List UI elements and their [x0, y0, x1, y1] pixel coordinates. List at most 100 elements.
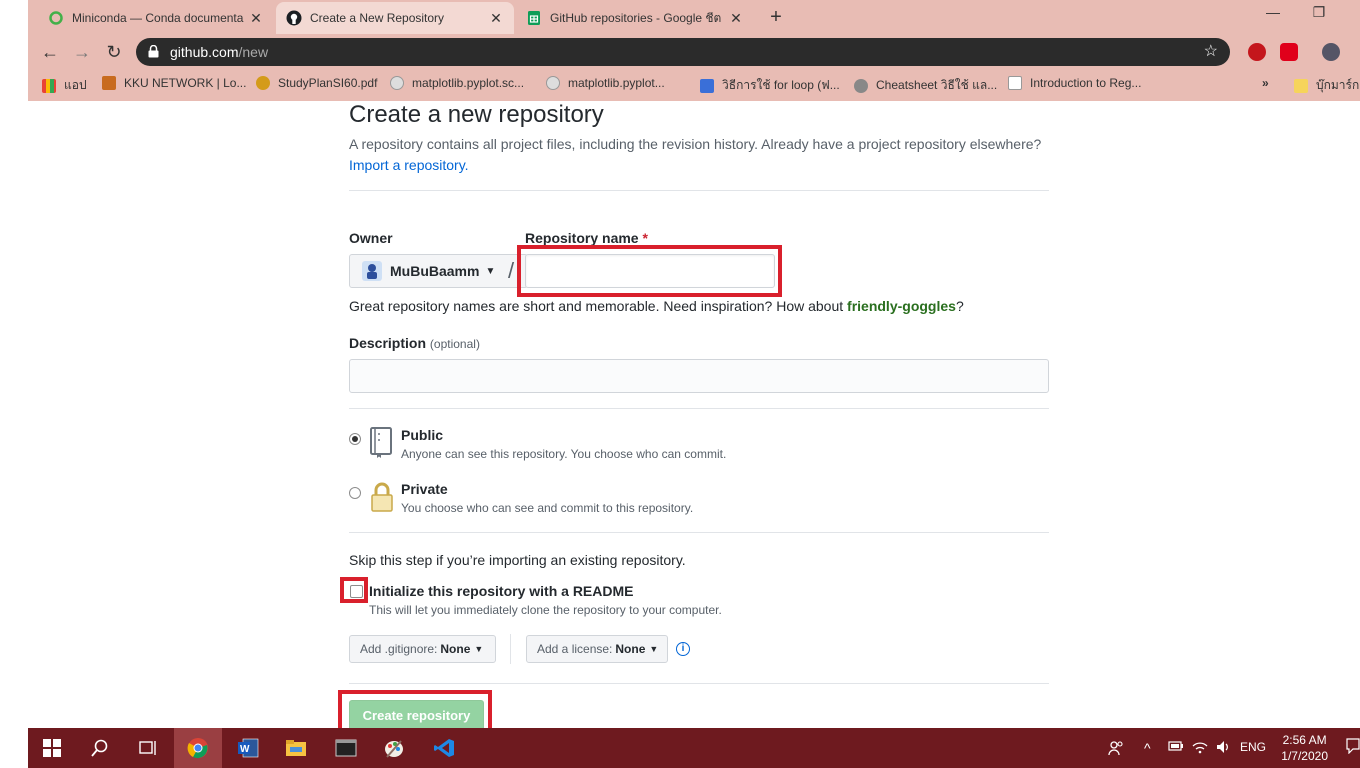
- bookmark-cheatsheet[interactable]: Cheatsheet วิธีใช้ แล...: [854, 76, 997, 95]
- info-icon[interactable]: i: [676, 642, 690, 656]
- tab-create-repository[interactable]: Create a New Repository ✕: [276, 2, 514, 34]
- new-tab-button[interactable]: +: [766, 6, 786, 29]
- bookmark-kku-network[interactable]: KKU NETWORK | Lo...: [102, 76, 246, 90]
- owner-dropdown[interactable]: MuBuBaamm ▼: [349, 254, 528, 288]
- battery-icon[interactable]: [1168, 740, 1184, 755]
- windows-start-icon[interactable]: [28, 728, 76, 768]
- lock-icon: [371, 482, 393, 512]
- bookmark-label: บุ๊กมาร์กอื่: [1316, 78, 1360, 92]
- adblock-icon[interactable]: [1248, 43, 1266, 61]
- visibility-public-option[interactable]: Public Anyone can see this repository. Y…: [349, 427, 1049, 467]
- site-icon: [700, 78, 714, 93]
- close-icon[interactable]: ✕: [728, 10, 744, 27]
- profile-avatar-icon[interactable]: [1322, 43, 1340, 61]
- caret-down-icon: ▼: [649, 644, 659, 654]
- skip-import-note: Skip this step if you’re importing an ex…: [349, 552, 686, 568]
- terminal-icon[interactable]: [322, 728, 370, 768]
- forward-icon[interactable]: →: [70, 40, 94, 64]
- bookmark-studyplan[interactable]: StudyPlanSI60.pdf: [256, 76, 377, 90]
- private-description: You choose who can see and commit to thi…: [401, 501, 694, 515]
- license-dropdown[interactable]: Add a license: None ▼: [526, 635, 668, 663]
- readme-description: This will let you immediately clone the …: [369, 603, 722, 617]
- highlight-create-button: [338, 690, 492, 728]
- kku-icon: [102, 76, 116, 90]
- browser-chrome: Miniconda — Conda documenta ✕ Create a N…: [28, 0, 1360, 101]
- required-mark: *: [642, 230, 648, 246]
- browser-toolbar: ← → ↻ github.com/new ☆: [28, 34, 1360, 70]
- license-label: Add a license:: [537, 642, 613, 656]
- close-icon[interactable]: ✕: [488, 10, 504, 27]
- bookmark-label: KKU NETWORK | Lo...: [124, 76, 247, 90]
- vscode-icon[interactable]: [420, 728, 468, 768]
- notification-icon[interactable]: [1346, 738, 1360, 757]
- site-icon: [854, 78, 868, 93]
- page-content: Create a new repository A repository con…: [28, 101, 1360, 728]
- paint-icon[interactable]: [370, 728, 418, 768]
- highlight-repository-name: [517, 245, 782, 297]
- public-radio[interactable]: [349, 433, 361, 445]
- apps-grid-icon: [42, 78, 56, 93]
- gitignore-value: None: [440, 642, 471, 656]
- reload-icon[interactable]: ↻: [102, 40, 126, 64]
- private-radio[interactable]: [349, 487, 361, 499]
- readme-title: Initialize this repository with a README: [369, 583, 634, 599]
- suggested-name[interactable]: friendly-goggles: [847, 298, 956, 314]
- search-icon[interactable]: [76, 728, 124, 768]
- wifi-icon[interactable]: [1192, 740, 1208, 757]
- bookmarks-overflow-icon[interactable]: »: [1262, 76, 1269, 90]
- bookmarks-bar: แอป KKU NETWORK | Lo... StudyPlanSI60.pd…: [28, 70, 1360, 100]
- bookmark-for-loop[interactable]: วิธีการใช้ for loop (ฟ...: [700, 76, 840, 95]
- system-clock[interactable]: 2:56 AM 1/7/2020: [1281, 732, 1328, 764]
- public-description: Anyone can see this repository. You choo…: [401, 447, 727, 461]
- repository-name-hint: Great repository names are short and mem…: [349, 298, 964, 314]
- optional-tag: (optional): [429, 337, 480, 351]
- tab-title: GitHub repositories - Google ชีต: [550, 10, 722, 25]
- word-icon[interactable]: W: [224, 728, 272, 768]
- bookmark-star-icon[interactable]: ☆: [1204, 41, 1218, 61]
- bookmark-other[interactable]: บุ๊กมาร์กอื่: [1294, 76, 1360, 95]
- owner-repo-separator: /: [508, 258, 515, 283]
- clock-time: 2:56 AM: [1282, 733, 1327, 747]
- file-explorer-icon[interactable]: [272, 728, 320, 768]
- bookmark-apps[interactable]: แอป: [42, 76, 87, 95]
- public-title: Public: [401, 427, 444, 443]
- gitignore-dropdown[interactable]: Add .gitignore: None ▼: [349, 635, 496, 663]
- bookmark-label: Introduction to Reg...: [1030, 76, 1142, 90]
- bookmark-label: วิธีการใช้ for loop (ฟ...: [722, 78, 840, 92]
- divider: [349, 190, 1049, 191]
- chart-icon: [1008, 76, 1022, 90]
- restore-button[interactable]: ❐: [1304, 4, 1334, 21]
- tab-google-sheets[interactable]: GitHub repositories - Google ชีต ✕: [516, 2, 754, 34]
- bookmark-matplotlib-2[interactable]: matplotlib.pyplot...: [546, 76, 665, 90]
- language-indicator[interactable]: ENG: [1240, 740, 1266, 754]
- description-input[interactable]: [349, 359, 1049, 393]
- repository-name-label: Repository name *: [525, 230, 648, 246]
- owner-value: MuBuBaamm: [390, 263, 480, 279]
- chrome-icon[interactable]: [174, 728, 222, 768]
- task-view-icon[interactable]: [124, 728, 172, 768]
- extension-icon[interactable]: [1280, 43, 1298, 61]
- bookmark-intro-reg[interactable]: Introduction to Reg...: [1008, 76, 1141, 90]
- people-icon[interactable]: [1108, 740, 1124, 759]
- close-icon[interactable]: ✕: [248, 10, 264, 27]
- volume-icon[interactable]: [1216, 740, 1232, 757]
- description-label: Description (optional): [349, 335, 480, 351]
- divider: [349, 408, 1049, 409]
- address-bar[interactable]: github.com/new ☆: [136, 38, 1230, 66]
- repo-book-icon: [370, 427, 392, 458]
- conda-icon: [48, 10, 64, 26]
- divider: [349, 532, 1049, 533]
- minimize-button[interactable]: —: [1258, 4, 1288, 20]
- tab-bar: Miniconda — Conda documenta ✕ Create a N…: [28, 0, 1360, 34]
- readme-checkbox[interactable]: [350, 585, 363, 598]
- folder-icon: [1294, 78, 1308, 93]
- import-repository-link[interactable]: Import a repository.: [349, 157, 469, 173]
- chevron-up-icon[interactable]: ^: [1144, 740, 1151, 756]
- bookmark-matplotlib-1[interactable]: matplotlib.pyplot.sc...: [390, 76, 524, 90]
- back-icon[interactable]: ←: [38, 40, 62, 64]
- description-label-text: Description: [349, 335, 427, 351]
- left-margin: [0, 0, 28, 768]
- owner-avatar: [362, 261, 382, 281]
- visibility-private-option[interactable]: Private You choose who can see and commi…: [349, 481, 1049, 521]
- tab-miniconda[interactable]: Miniconda — Conda documenta ✕: [38, 2, 274, 34]
